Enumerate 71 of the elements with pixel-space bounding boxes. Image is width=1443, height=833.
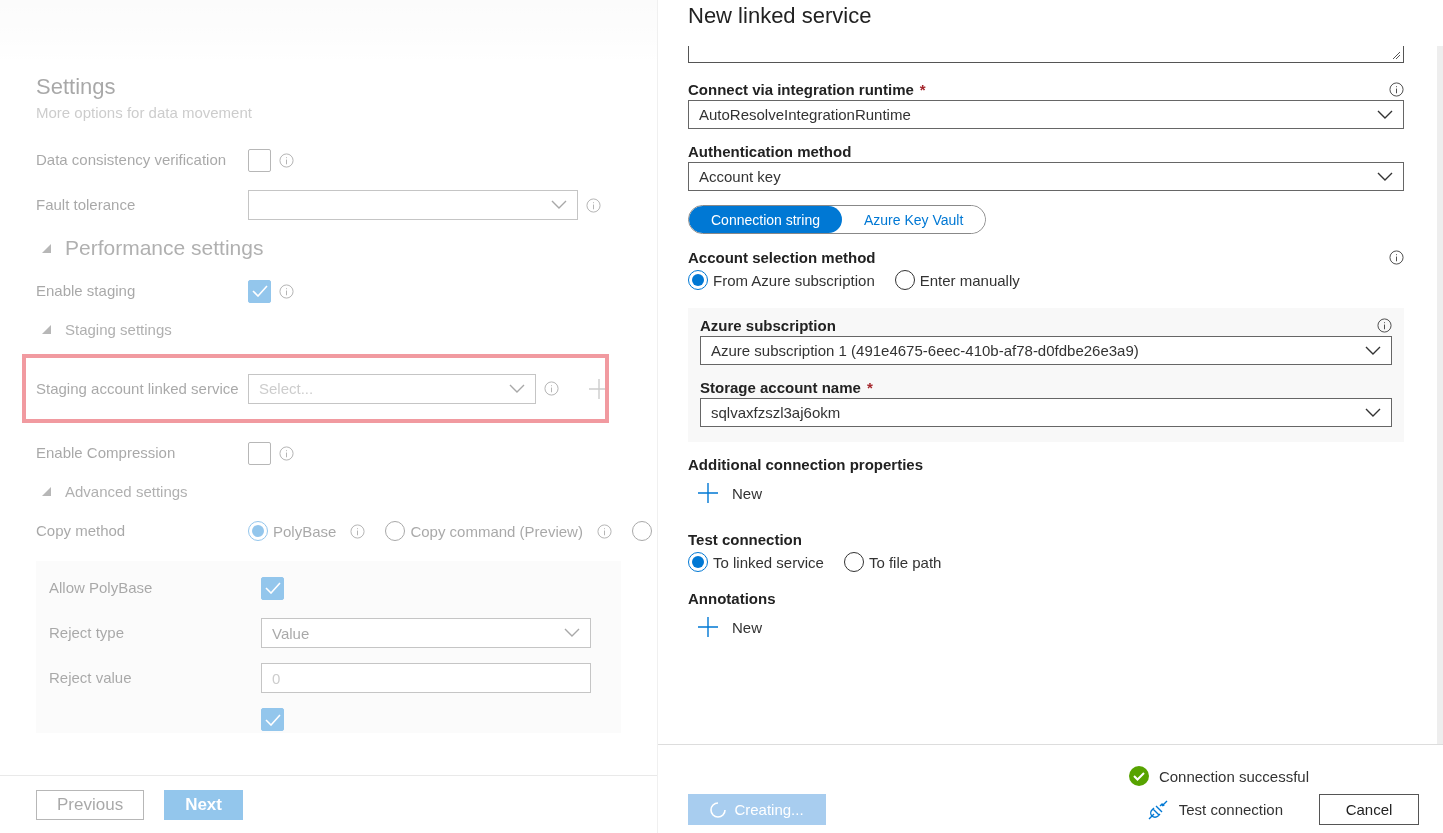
- dropdown[interactable]: Account key: [688, 162, 1404, 191]
- checkbox[interactable]: [261, 576, 284, 600]
- checkmark-icon: [251, 285, 268, 297]
- radio-option[interactable]: Enter manually: [894, 270, 1020, 290]
- info-icon[interactable]: [1377, 318, 1392, 333]
- checkbox[interactable]: [261, 708, 284, 731]
- textarea-field[interactable]: [688, 46, 1404, 63]
- collapse-icon[interactable]: [42, 325, 51, 334]
- field-label: Enable Compression: [36, 443, 177, 463]
- plus-icon: [698, 483, 718, 503]
- chevron-down-icon: [551, 200, 567, 210]
- field-label: Authentication method: [688, 143, 852, 160]
- radio-option[interactable]: From Azure subscription: [688, 270, 875, 290]
- chevron-down-icon: [564, 628, 580, 638]
- page-title: Settings: [36, 74, 117, 100]
- chevron-down-icon: [1365, 345, 1381, 356]
- collapse-icon[interactable]: [42, 487, 51, 496]
- cancel-button[interactable]: Cancel: [1319, 794, 1419, 825]
- radio-option[interactable]: [631, 521, 652, 541]
- field-label: Storage account name *: [700, 379, 873, 396]
- checkmark-icon: [264, 713, 281, 726]
- radio-button[interactable]: [688, 270, 708, 290]
- chevron-down-icon: [1365, 407, 1381, 418]
- field-label: Reject value: [49, 668, 133, 688]
- radio-button[interactable]: [894, 270, 915, 290]
- new-button[interactable]: New: [688, 609, 762, 637]
- chevron-down-icon: [509, 383, 525, 394]
- spinner-icon: [710, 801, 727, 818]
- collapse-icon[interactable]: [42, 243, 51, 253]
- plus-icon: [698, 617, 718, 637]
- plug-icon: [1146, 798, 1169, 821]
- field-label: Annotations: [688, 590, 776, 607]
- status-text: Connection successful: [1158, 767, 1309, 785]
- success-icon: [1128, 766, 1149, 786]
- dropdown[interactable]: AutoResolveIntegrationRuntime: [688, 100, 1404, 129]
- field-label: Data consistency verification: [36, 150, 228, 170]
- segment-tab[interactable]: Azure Key Vault: [841, 206, 986, 233]
- panel-title: New linked service: [687, 2, 873, 30]
- field-label: Test connection: [688, 531, 802, 548]
- info-icon[interactable]: [1389, 82, 1404, 97]
- section-heading: Advanced settings: [65, 483, 188, 500]
- field-label: Allow PolyBase: [49, 578, 154, 598]
- new-button[interactable]: New: [688, 475, 762, 503]
- chevron-down-icon: [1377, 171, 1393, 182]
- checkbox[interactable]: [248, 441, 271, 465]
- section-heading: Staging settings: [65, 321, 172, 338]
- checkmark-icon: [264, 582, 281, 594]
- field-label: Enable staging: [36, 281, 137, 301]
- section-heading: Performance settings: [65, 236, 264, 260]
- radio-option[interactable]: To linked service: [688, 552, 824, 572]
- checkbox[interactable]: [248, 148, 271, 172]
- radio-button[interactable]: [843, 552, 864, 572]
- radio-option[interactable]: To file path: [843, 552, 942, 572]
- dropdown[interactable]: Azure subscription 1 (491e4675-6eec-410b-af78-d0fdbe26e3a9): [700, 336, 1392, 365]
- resize-handle-icon: [1392, 51, 1401, 60]
- field-label: Copy method: [36, 521, 127, 541]
- checkbox[interactable]: [248, 279, 271, 303]
- segment-tab[interactable]: Connection string: [689, 206, 842, 233]
- chevron-down-icon: [1377, 109, 1393, 120]
- dropdown[interactable]: sqlvaxfzszl3aj6okm: [700, 398, 1392, 427]
- field-label: Account selection method: [688, 249, 876, 266]
- field-label: Reject type: [49, 623, 126, 643]
- field-label: Azure subscription: [700, 317, 836, 334]
- radio-button[interactable]: [688, 552, 708, 572]
- field-label: Additional connection properties: [688, 456, 923, 473]
- field-label: Fault tolerance: [36, 195, 137, 215]
- field-label: Staging account linked service: [36, 378, 240, 399]
- field-label: Connect via integration runtime *: [688, 81, 926, 98]
- dropdown[interactable]: [248, 190, 578, 220]
- test-connection-button[interactable]: Test connection: [1140, 797, 1289, 822]
- info-icon[interactable]: [1389, 250, 1404, 265]
